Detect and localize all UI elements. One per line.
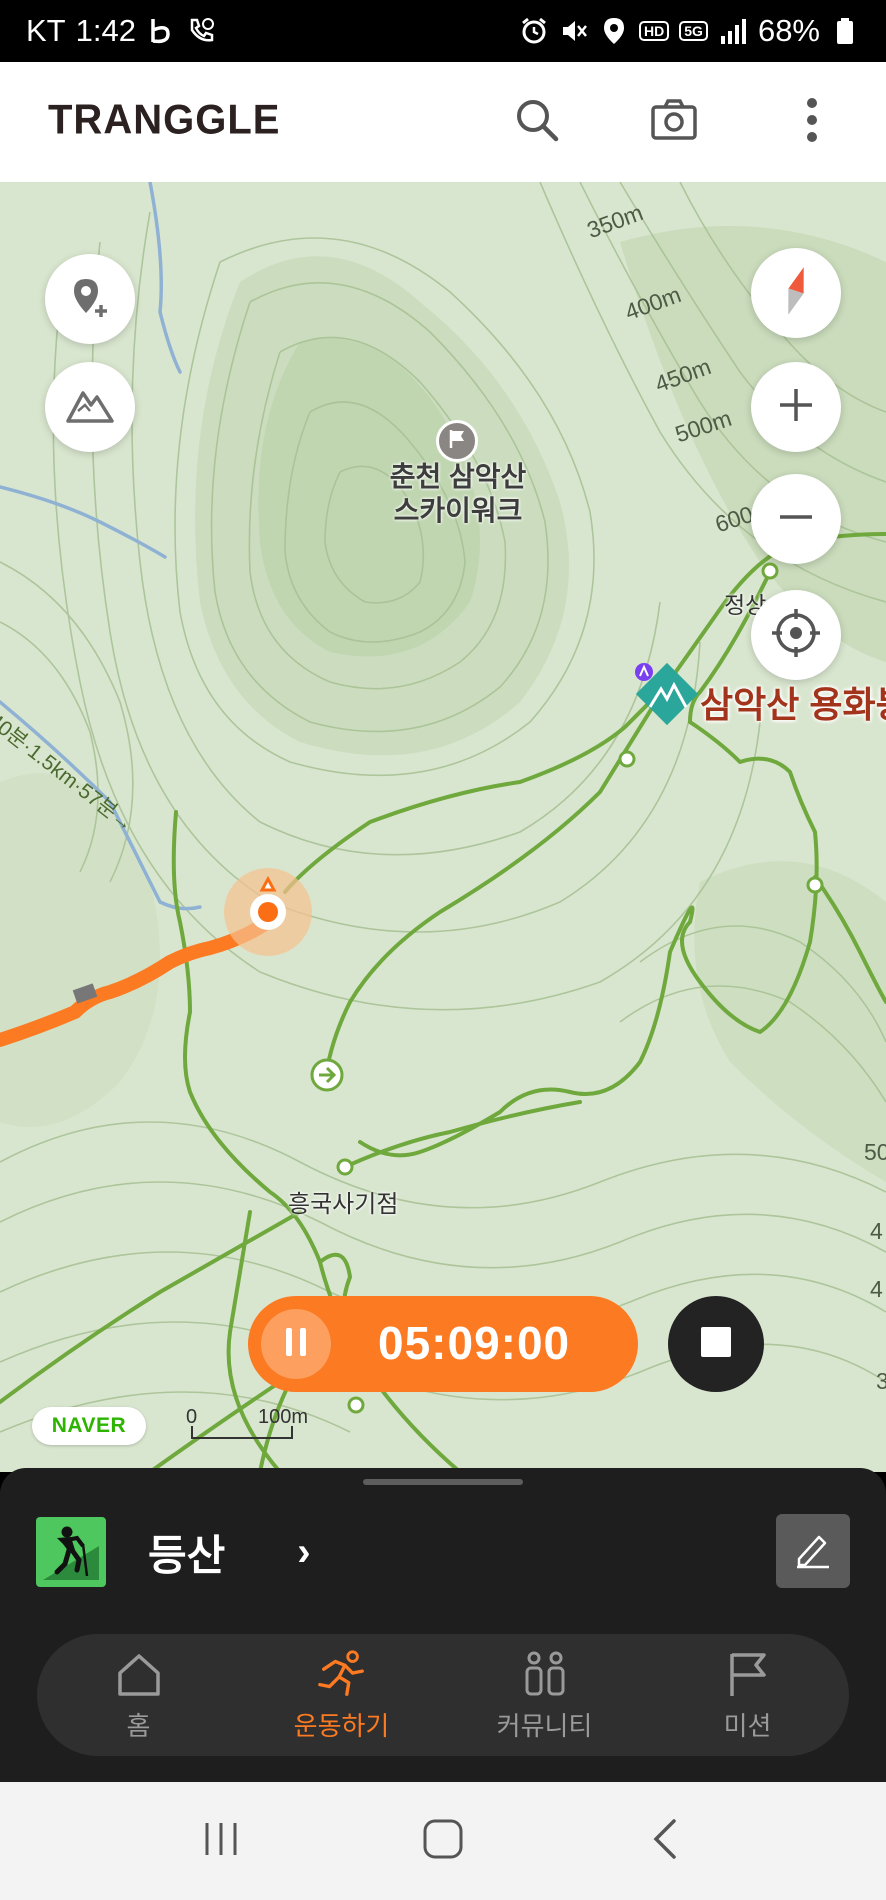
mute-icon — [559, 16, 589, 46]
bottom-sheet: 등산 › 홈 운동하기 커뮤니티 미션 — [0, 1468, 886, 1782]
back-button[interactable] — [625, 1801, 705, 1881]
who-call-icon — [186, 16, 216, 46]
nav-label-workout: 운동하기 — [293, 1710, 390, 1741]
sheet-handle[interactable] — [363, 1479, 523, 1485]
zoom-out-button[interactable] — [751, 474, 841, 564]
nav-label-community: 커뮤니티 — [496, 1710, 593, 1741]
add-location-button[interactable] — [45, 254, 135, 344]
flag-icon — [447, 428, 467, 455]
stop-icon — [701, 1326, 731, 1362]
home-system-button[interactable] — [403, 1801, 483, 1881]
camera-icon — [650, 98, 698, 147]
nav-item-home[interactable]: 홈 — [37, 1634, 240, 1756]
search-button[interactable] — [507, 92, 567, 152]
running-icon — [316, 1648, 368, 1700]
poi-marker[interactable] — [436, 420, 478, 462]
b-icon — [146, 16, 176, 46]
pause-button[interactable] — [261, 1309, 331, 1379]
app-header: TRANGGLE — [0, 62, 886, 182]
camera-button[interactable] — [644, 92, 704, 152]
home-square-icon — [422, 1818, 464, 1865]
status-bar: KT 1:42 HD 5G 68% — [0, 0, 886, 62]
signal-icon — [718, 16, 748, 46]
nav-label-mission: 미션 — [723, 1710, 772, 1741]
add-location-icon — [68, 275, 112, 324]
zoom-in-button[interactable] — [751, 362, 841, 452]
hd-icon: HD — [639, 21, 670, 41]
my-location-button[interactable] — [751, 590, 841, 680]
contour-label: 4 — [870, 1276, 883, 1302]
zoom-out-icon — [776, 497, 816, 542]
search-icon — [514, 97, 560, 148]
nav-item-mission[interactable]: 미션 — [646, 1634, 849, 1756]
alarm-icon — [519, 16, 549, 46]
pause-icon — [283, 1326, 309, 1363]
people-icon — [519, 1648, 571, 1700]
status-left: KT 1:42 — [26, 13, 216, 49]
clock: 1:42 — [75, 13, 136, 48]
more-options-button[interactable] — [782, 92, 842, 152]
carrier-label: KT — [26, 13, 66, 48]
5g-icon: 5G — [679, 21, 708, 41]
stop-button[interactable] — [668, 1296, 764, 1392]
activity-label: 등산 — [148, 1531, 226, 1579]
flag-icon — [722, 1648, 774, 1700]
zoom-in-icon — [776, 385, 816, 430]
location-icon — [599, 16, 629, 46]
hiker-icon — [36, 1517, 106, 1587]
system-nav-bar — [0, 1782, 886, 1900]
terrain-icon — [65, 385, 115, 430]
nav-label-home: 홈 — [126, 1710, 151, 1741]
pencil-icon — [793, 1529, 833, 1574]
summit-label[interactable]: 삼악산 용화봉 — [700, 676, 886, 728]
my-location-icon — [770, 607, 822, 664]
contour-label: 50 — [864, 1139, 886, 1165]
elapsed-time: 05:09:00 — [378, 1317, 571, 1369]
home-icon — [113, 1648, 165, 1700]
poi-label[interactable]: 춘천 삼악산 스카이워크 — [380, 460, 536, 528]
compass-button[interactable] — [751, 248, 841, 338]
bottom-nav: 홈 운동하기 커뮤니티 미션 — [37, 1634, 849, 1756]
naver-logo: NAVER — [32, 1407, 146, 1445]
battery-icon — [830, 16, 860, 46]
app-logo: TRANGGLE — [48, 96, 281, 144]
map-view[interactable]: 350m 400m 450m 500m 600 50 4 4 3 40분·1.5… — [0, 182, 886, 1472]
tracking-timer: 05:09:00 — [248, 1296, 638, 1392]
terrain-layer-button[interactable] — [45, 362, 135, 452]
map-terrain — [0, 182, 886, 1472]
status-right: HD 5G 68% — [519, 13, 860, 49]
activity-selector[interactable]: 등산 › — [36, 1516, 311, 1588]
chevron-right-icon: › — [297, 1529, 311, 1574]
compass-icon — [779, 264, 813, 323]
battery-percent: 68% — [757, 13, 820, 48]
contour-label: 3 — [876, 1368, 886, 1394]
contour-label: 4 — [870, 1218, 883, 1244]
more-vertical-icon — [805, 97, 819, 148]
junction-label: 흥국사기점 — [288, 1191, 399, 1218]
nav-item-workout[interactable]: 운동하기 — [240, 1634, 443, 1756]
edit-button[interactable] — [776, 1514, 850, 1588]
recent-apps-icon — [201, 1819, 241, 1864]
nav-item-community[interactable]: 커뮤니티 — [443, 1634, 646, 1756]
recent-apps-button[interactable] — [181, 1801, 261, 1881]
back-chevron-icon — [650, 1817, 680, 1866]
